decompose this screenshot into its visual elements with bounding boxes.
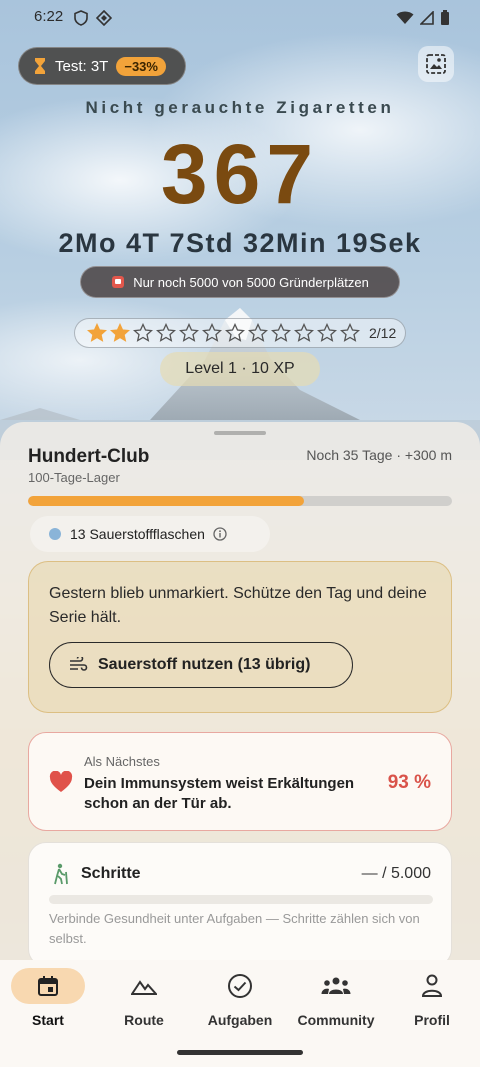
wind-icon xyxy=(70,657,88,671)
person-icon xyxy=(421,974,443,997)
star-empty-icon xyxy=(294,323,314,342)
missed-day-card: Gestern blieb unmarkiert. Schütze den Ta… xyxy=(28,561,452,713)
steps-progress-bar xyxy=(49,895,433,904)
use-oxygen-button[interactable]: Sauerstoff nutzen (13 übrig) xyxy=(49,642,353,688)
next-text: Dein Immunsystem weist Erkältungen schon… xyxy=(84,775,355,812)
smoke-free-duration: 2Mo 4T 7Std 32Min 19Sek xyxy=(58,228,422,258)
steps-card[interactable]: Schritte — / 5.000 Verbinde Gesundheit u… xyxy=(28,842,452,967)
star-empty-icon xyxy=(133,323,153,342)
drag-handle[interactable] xyxy=(214,431,266,435)
star-empty-icon xyxy=(271,323,291,342)
star-empty-icon xyxy=(248,323,268,342)
nav-item-route[interactable]: Route xyxy=(96,968,192,1038)
shield-icon xyxy=(74,10,88,26)
goal-title: Hundert-Club xyxy=(28,446,150,467)
diamond-icon xyxy=(96,10,112,26)
hiking-icon xyxy=(54,863,68,885)
next-percent: 93 % xyxy=(387,772,431,793)
goal-remaining: Noch 35 Tage · +300 m xyxy=(306,447,452,463)
goal-subtitle: 100-Tage-Lager xyxy=(28,470,120,485)
gesture-bar[interactable] xyxy=(177,1050,303,1055)
change-background-button[interactable] xyxy=(418,46,454,82)
star-empty-icon xyxy=(156,323,176,342)
next-label: Als Nächstes xyxy=(84,754,160,769)
star-row xyxy=(87,323,360,343)
star-empty-icon xyxy=(317,323,337,342)
battery-icon xyxy=(441,10,449,25)
star-empty-icon xyxy=(225,323,245,342)
missed-day-message: Gestern blieb unmarkiert. Schütze den Ta… xyxy=(49,585,427,626)
next-milestone-card[interactable]: Als Nächstes Dein Immunsystem weist Erkä… xyxy=(28,732,452,831)
heart-icon xyxy=(49,771,73,792)
star-empty-icon xyxy=(340,323,360,342)
check-circle-icon xyxy=(228,974,252,998)
nav-label-aufgaben: Aufgaben xyxy=(207,1012,273,1028)
use-oxygen-label: Sauerstoff nutzen (13 übrig) xyxy=(98,656,311,673)
ticket-icon xyxy=(112,276,125,288)
nav-item-start[interactable]: Start xyxy=(0,968,96,1038)
star-empty-icon xyxy=(202,323,222,342)
steps-value: — / 5.000 xyxy=(361,865,431,882)
steps-hint: Verbinde Gesundheit unter Aufgaben — Sch… xyxy=(49,911,420,946)
star-filled-icon xyxy=(110,323,130,342)
star-count: 2/12 xyxy=(369,325,397,341)
nav-label-profil: Profil xyxy=(414,1012,450,1028)
star-empty-icon xyxy=(179,323,199,342)
goal-progress-fill xyxy=(28,496,304,506)
star-rating[interactable]: 2/12 xyxy=(74,318,406,348)
oxygen-bottle-icon xyxy=(49,528,61,540)
oxygen-label: 13 Sauerstoffflaschen xyxy=(70,526,205,542)
nav-label-community: Community xyxy=(297,1012,375,1028)
signal-icon xyxy=(420,11,434,25)
mountain-icon xyxy=(131,980,157,995)
star-filled-icon xyxy=(87,323,107,342)
info-icon[interactable] xyxy=(213,527,227,541)
hourglass-icon xyxy=(35,58,45,74)
test-discount-badge: −33% xyxy=(116,56,166,76)
goal-progress-bar xyxy=(28,496,452,506)
headline: Nicht gerauchte Zigaretten xyxy=(85,98,395,117)
steps-title: Schritte xyxy=(81,865,141,882)
calendar-icon xyxy=(38,976,58,996)
founder-banner[interactable]: Nur noch 5000 von 5000 Gründerplätzen xyxy=(80,266,400,298)
image-icon xyxy=(426,54,446,74)
nav-item-aufgaben[interactable]: Aufgaben xyxy=(192,968,288,1038)
founder-text: Nur noch 5000 von 5000 Gründerplätzen xyxy=(133,274,369,290)
oxygen-chip[interactable]: 13 Sauerstoffflaschen xyxy=(30,516,270,552)
wifi-icon xyxy=(396,11,414,24)
status-bar: 6:22 xyxy=(0,0,480,36)
level-badge[interactable]: Level 1 · 10 XP xyxy=(160,352,320,386)
nav-label-route: Route xyxy=(124,1012,164,1028)
group-icon xyxy=(321,977,351,994)
nav-item-profil[interactable]: Profil xyxy=(384,968,480,1038)
status-time: 6:22 xyxy=(34,8,64,25)
test-label: Test: 3T xyxy=(55,57,109,75)
test-status-pill[interactable]: Test: 3T −33% xyxy=(18,47,186,85)
nav-item-community[interactable]: Community xyxy=(288,968,384,1038)
cigarette-count: 367 xyxy=(160,127,320,221)
nav-label-start: Start xyxy=(32,1012,64,1028)
